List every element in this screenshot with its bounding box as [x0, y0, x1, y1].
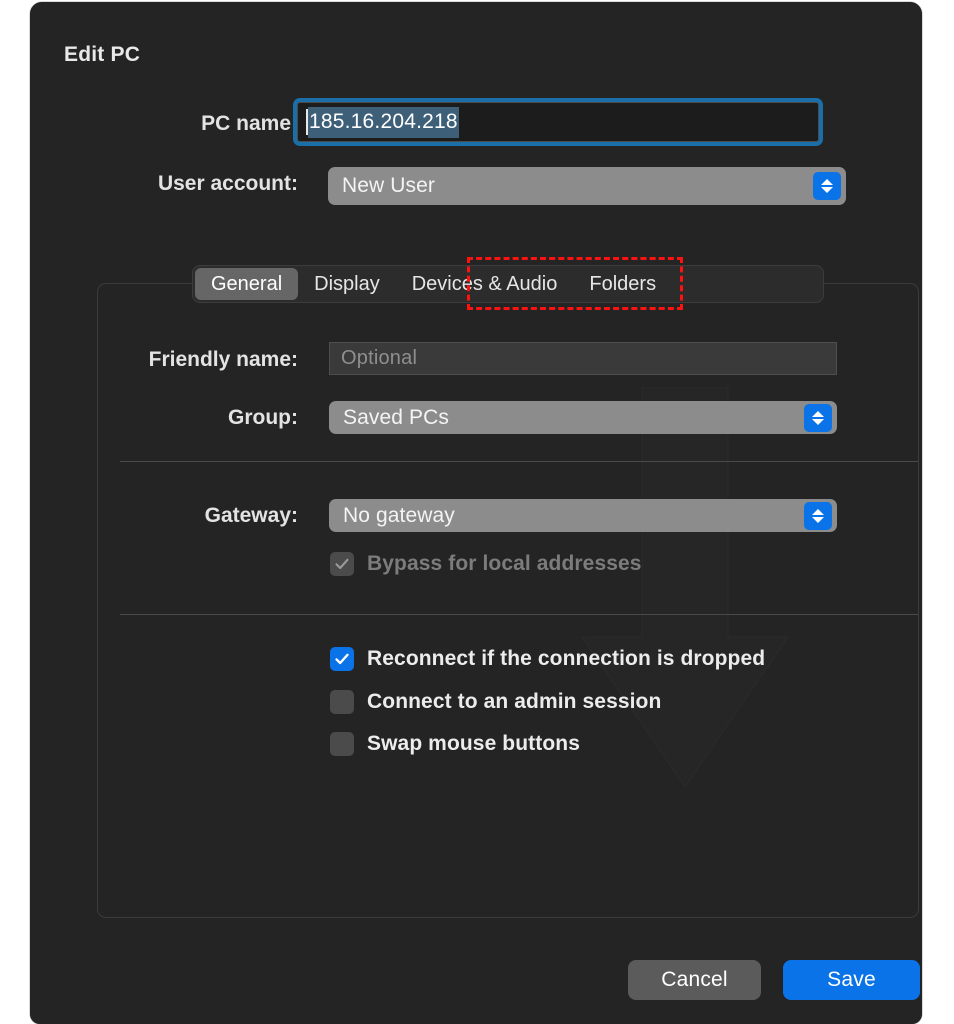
up-down-chevron-icon[interactable] [804, 403, 832, 432]
gateway-value: No gateway [343, 503, 455, 527]
swap-mouse-buttons-label: Swap mouse buttons [367, 732, 580, 755]
friendly-name-placeholder: Optional [341, 347, 418, 369]
tab-devices-and-audio[interactable]: Devices & Audio [396, 268, 574, 300]
checkbox-empty-icon [330, 690, 354, 714]
chevron-up-icon [812, 410, 824, 417]
tab-general[interactable]: General [195, 268, 299, 300]
friendly-name-label: Friendly name: [148, 348, 298, 371]
tab-folders[interactable]: Folders [573, 268, 672, 300]
user-account-select[interactable]: New User [328, 167, 846, 205]
cancel-button[interactable]: Cancel [628, 960, 761, 1000]
group-select[interactable]: Saved PCs [329, 401, 837, 434]
user-account-value: New User [342, 174, 435, 197]
bypass-local-addresses-label: Bypass for local addresses [367, 552, 642, 575]
chevron-down-icon [821, 187, 833, 193]
reconnect-label: Reconnect if the connection is dropped [367, 647, 766, 670]
gateway-select[interactable]: No gateway [329, 499, 837, 532]
tab-display[interactable]: Display [298, 268, 396, 300]
up-down-chevron-icon[interactable] [804, 501, 832, 530]
group-label: Group: [228, 406, 298, 429]
tab-bar: General Display Devices & Audio Folders [192, 265, 824, 303]
up-down-chevron-icon[interactable] [813, 172, 841, 200]
pc-name-label: PC name: [201, 112, 298, 135]
user-account-label: User account: [157, 172, 298, 195]
admin-session-label: Connect to an admin session [367, 690, 662, 713]
edit-pc-dialog: Edit PC PC name: 185.16.204.218 User acc… [30, 2, 922, 1024]
chevron-up-icon [821, 179, 833, 185]
swap-mouse-buttons-checkbox[interactable]: Swap mouse buttons [330, 732, 580, 756]
section-divider [120, 461, 918, 462]
chevron-down-icon [812, 418, 824, 425]
admin-session-checkbox[interactable]: Connect to an admin session [330, 690, 661, 714]
page-title: Edit PC [64, 43, 141, 66]
tab-content-panel [97, 283, 919, 918]
check-icon [330, 552, 354, 576]
section-divider [120, 614, 918, 615]
pc-name-value: 185.16.204.218 [308, 106, 459, 138]
chevron-up-icon [812, 508, 824, 515]
pc-name-input[interactable]: 185.16.204.218 [297, 102, 819, 142]
check-icon [330, 647, 354, 671]
save-button[interactable]: Save [783, 960, 920, 1000]
checkbox-empty-icon [330, 732, 354, 756]
gateway-label: Gateway: [204, 504, 298, 527]
chevron-down-icon [812, 516, 824, 523]
reconnect-checkbox[interactable]: Reconnect if the connection is dropped [330, 647, 765, 671]
friendly-name-input[interactable]: Optional [329, 342, 837, 375]
bypass-local-addresses-checkbox: Bypass for local addresses [330, 552, 642, 576]
group-value: Saved PCs [343, 405, 449, 429]
